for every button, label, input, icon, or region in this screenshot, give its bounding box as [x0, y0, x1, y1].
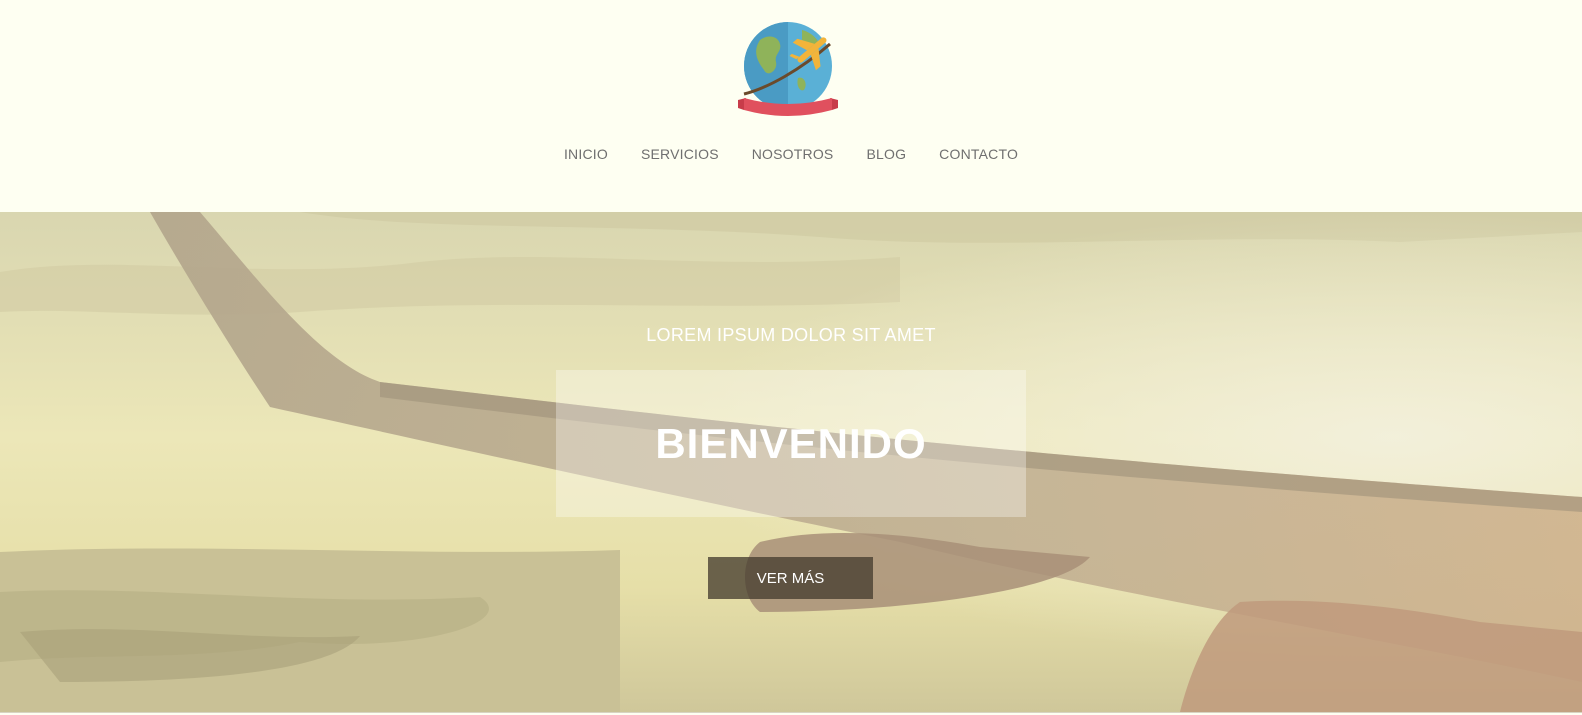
hero-content: LOREM IPSUM DOLOR SIT AMET BIENVENIDO VE… [0, 212, 1582, 712]
site-header: INICIO SERVICIOS NOSOTROS BLOG CONTACTO [0, 0, 1582, 212]
globe-airplane-logo-icon[interactable] [738, 18, 842, 122]
nav-item-servicios[interactable]: SERVICIOS [641, 144, 719, 164]
nav-item-contacto[interactable]: CONTACTO [939, 144, 1018, 164]
hero-section: LOREM IPSUM DOLOR SIT AMET BIENVENIDO VE… [0, 212, 1582, 712]
nav-item-blog[interactable]: BLOG [866, 144, 906, 164]
main-nav: INICIO SERVICIOS NOSOTROS BLOG CONTACTO [0, 144, 1582, 164]
nav-item-inicio[interactable]: INICIO [564, 144, 608, 164]
nav-item-nosotros[interactable]: NOSOTROS [752, 144, 834, 164]
hero-title-box: BIENVENIDO [556, 370, 1026, 517]
hero-subtitle: LOREM IPSUM DOLOR SIT AMET [646, 325, 936, 345]
hero-title: BIENVENIDO [655, 419, 927, 467]
ver-mas-button[interactable]: VER MÁS [708, 557, 873, 599]
